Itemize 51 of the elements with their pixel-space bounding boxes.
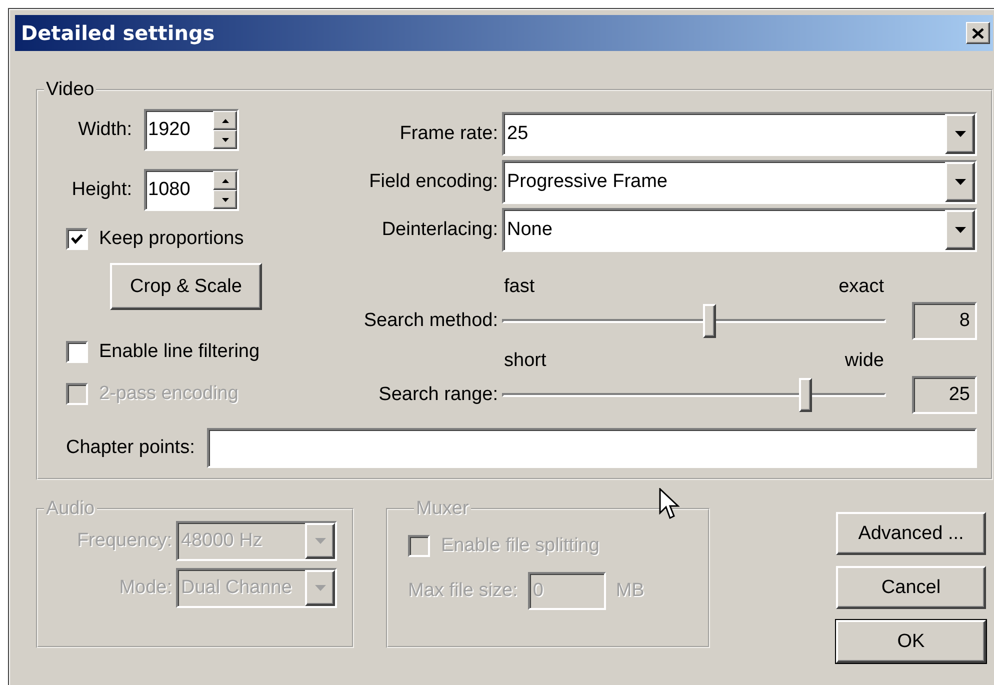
caret-icon xyxy=(954,131,966,137)
value-display: 8 xyxy=(912,302,977,340)
dialog-button[interactable]: Advanced ... xyxy=(836,512,986,555)
spin-up-button[interactable] xyxy=(213,171,237,190)
checkbox-label: Keep proportions xyxy=(99,228,244,250)
window-title: Detailed settings xyxy=(21,21,215,45)
slider-thumb[interactable] xyxy=(799,378,812,412)
caret-icon xyxy=(954,179,966,185)
up-arrow-icon xyxy=(222,118,228,122)
caret-icon xyxy=(954,227,966,233)
caret-icon xyxy=(314,585,326,591)
scale-label: wide xyxy=(844,350,884,372)
spin-up-button[interactable] xyxy=(213,111,237,130)
number-field[interactable]: 1920 xyxy=(144,109,239,151)
field-label: Deinterlacing: xyxy=(380,218,499,242)
field-label: Search range: xyxy=(378,384,499,406)
field-label: Search method: xyxy=(362,310,499,332)
slider[interactable] xyxy=(502,376,886,414)
checkbox[interactable] xyxy=(66,341,88,363)
field-label: Chapter points: xyxy=(66,437,195,459)
number-field[interactable]: 1080 xyxy=(144,169,239,211)
close-button[interactable] xyxy=(966,22,990,44)
dropdown[interactable]: Progressive Frame xyxy=(502,160,977,204)
dialog-button[interactable]: Crop & Scale xyxy=(110,263,262,310)
input-field[interactable] xyxy=(206,428,977,468)
down-arrow-icon xyxy=(222,198,228,202)
dialog-button[interactable]: Cancel xyxy=(836,566,986,609)
field-label: Height: xyxy=(70,179,132,201)
dialog-button[interactable]: OK xyxy=(836,620,986,663)
spin-down-button[interactable] xyxy=(213,190,237,209)
spin-down-button[interactable] xyxy=(213,130,237,149)
slider[interactable] xyxy=(502,302,886,340)
scale-label: fast xyxy=(504,276,535,298)
up-arrow-icon xyxy=(222,178,228,182)
group-title: Video xyxy=(46,79,94,100)
slider-thumb[interactable] xyxy=(703,304,716,338)
checkbox[interactable] xyxy=(66,228,88,250)
field-label: Field encoding: xyxy=(368,170,499,194)
dropdown[interactable]: 25 xyxy=(502,112,977,156)
field-label: Frame rate: xyxy=(398,122,499,146)
field-label: Width: xyxy=(77,119,132,141)
value-display: 25 xyxy=(912,376,977,414)
scale-label: short xyxy=(504,350,546,372)
checkbox-label: Enable line filtering xyxy=(99,341,260,363)
caret-icon xyxy=(314,538,326,544)
pointer-icon xyxy=(659,488,681,520)
close-icon xyxy=(972,28,984,38)
scale-label: exact xyxy=(838,276,884,298)
checkmark-icon xyxy=(71,234,83,244)
dropdown[interactable]: None xyxy=(502,208,977,252)
down-arrow-icon xyxy=(222,138,228,142)
